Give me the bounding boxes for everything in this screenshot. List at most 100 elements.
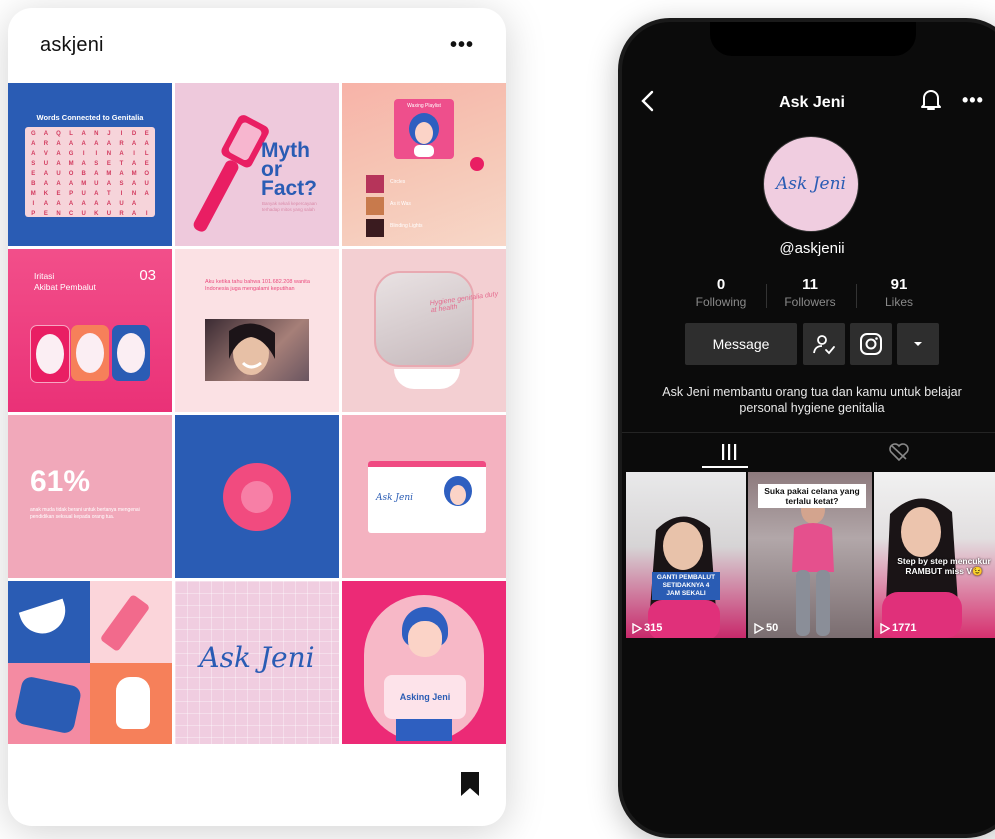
avatar[interactable]: Ask Jeni — [763, 136, 859, 232]
post-tile-wordsearch[interactable]: Words Connected to Genitalia GAQLANJIDEA… — [8, 83, 172, 246]
wordsearch-letter: K — [94, 211, 99, 217]
wordsearch-letter: U — [81, 191, 86, 197]
wordsearch-letter: E — [56, 191, 61, 197]
post-tile-statistic[interactable]: 61% anak muda tidak berani untuk bertany… — [8, 415, 172, 578]
post-tile-myth-or-fact[interactable]: Myth or Fact? Banyak sekali kepercayaan te… — [175, 83, 339, 246]
instagram-username[interactable]: askjeni — [40, 34, 104, 57]
wordsearch-letter: A — [56, 141, 61, 147]
wordsearch-letter: Q — [56, 131, 61, 137]
playlist-title: Waxing Playlist — [407, 103, 441, 109]
girl-illustration-icon — [409, 113, 439, 157]
stat-label: Followers — [784, 295, 836, 309]
wordsearch-letter: A — [68, 201, 74, 207]
video-view-count: 315 — [632, 622, 662, 634]
instagram-link-button[interactable] — [850, 323, 892, 365]
video-thumbnail[interactable]: Step by step mencukur RAMBUT miss V😉 177… — [874, 472, 995, 638]
stat-label: Likes — [884, 295, 913, 309]
more-horizontal-icon[interactable]: ••• — [962, 90, 984, 111]
wordsearch-letter: U — [94, 181, 99, 187]
post-tile-collage[interactable] — [8, 581, 172, 744]
wordsearch-letter: A — [56, 201, 61, 207]
play-outline-icon — [880, 622, 890, 634]
post-tile-iritasi[interactable]: Iritasi Akibat Pembalut 03 — [8, 249, 172, 412]
card-illustration — [112, 325, 150, 381]
wordsearch-letter: A — [106, 201, 112, 207]
liked-videos-tab-icon[interactable] — [888, 442, 910, 462]
stat-followers[interactable]: 11 Followers — [765, 276, 855, 309]
wordsearch-letter: B — [81, 171, 86, 177]
wordsearch-letter: U — [119, 201, 124, 207]
wordsearch-letter: L — [69, 131, 73, 137]
wordsearch-letter: J — [107, 131, 111, 137]
wordsearch-letter: A — [131, 161, 137, 167]
wordsearch-letter: A — [131, 211, 137, 217]
wordsearch-letter: A — [131, 141, 137, 147]
wordsearch-letter: E — [43, 211, 48, 217]
post-tile-bathroom[interactable]: Hygiene genitalia duty at health — [342, 249, 506, 412]
playlist-track: Circles — [366, 175, 476, 193]
playlist-track: As it Was — [366, 197, 476, 215]
wordsearch-letter: P — [31, 211, 36, 217]
video-thumbnail[interactable]: GANTI PEMBALUT SETIDAKNYA 4 JAM SEKALI 3… — [626, 472, 746, 638]
wordsearch-letter: A — [43, 131, 49, 137]
asking-jeni-sign: Asking Jeni — [384, 675, 466, 719]
wordsearch-letter: L — [144, 151, 149, 157]
statistic-text: anak muda tidak berani untuk bertanya me… — [30, 507, 140, 520]
dropdown-button[interactable] — [897, 323, 939, 365]
tiktok-profile-phone: Ask Jeni ••• Ask Jeni @askjenii 0 Follow… — [618, 18, 995, 838]
post-tile-ring[interactable] — [175, 415, 339, 578]
wordsearch-letter: I — [120, 131, 123, 137]
video-thumbnail[interactable]: Suka pakai celana yang terlalu ketat? 50 — [748, 472, 872, 638]
bell-icon[interactable] — [920, 88, 942, 112]
wordsearch-letter: C — [68, 211, 74, 217]
wordsearch-letter: E — [31, 171, 36, 177]
bookmark-icon[interactable] — [460, 772, 480, 796]
wordsearch-letter: I — [145, 211, 148, 217]
instagram-profile-phone: askjeni ••• Words Connected to Genitalia… — [8, 8, 506, 826]
wordsearch-letter: M — [106, 171, 112, 177]
wordsearch-letter: G — [30, 131, 36, 137]
message-button[interactable]: Message — [685, 323, 797, 365]
wordsearch-letter: P — [69, 191, 74, 197]
iritasi-number: 03 — [139, 267, 156, 284]
myth-title: Myth or Fact? — [261, 139, 318, 200]
wordsearch-letter: R — [119, 211, 124, 217]
wordsearch-letter: B — [31, 181, 36, 187]
post-tile-fact-photo[interactable]: Aku ketika tahu bahwa 101.682.208 wanita… — [175, 249, 339, 412]
wordsearch-letter: O — [68, 171, 74, 177]
post-tile-logo[interactable]: Ask Jeni — [175, 581, 339, 744]
videos-grid-tab-icon[interactable] — [714, 442, 744, 462]
more-horizontal-icon[interactable]: ••• — [450, 34, 474, 57]
user-check-icon — [813, 335, 835, 355]
stat-likes[interactable]: 91 Likes — [854, 276, 944, 309]
play-icon[interactable] — [470, 157, 484, 171]
wordsearch-letter: V — [43, 151, 48, 157]
stat-label: Following — [695, 295, 747, 309]
wordsearch-letter: G — [68, 151, 74, 157]
profile-handle: @askjenii — [779, 240, 845, 257]
track-label: Blinding Lights — [390, 223, 423, 229]
wordsearch-letter: A — [131, 181, 137, 187]
stat-following[interactable]: 0 Following — [676, 276, 766, 309]
playlist-track: Blinding Lights — [366, 219, 476, 237]
wordsearch-letter: A — [43, 181, 49, 187]
phone-notch — [710, 22, 916, 56]
wordsearch-letter: A — [106, 181, 112, 187]
wordsearch-letter: A — [119, 151, 124, 157]
wordsearch-letter: I — [133, 151, 135, 157]
wordsearch-letter: A — [81, 141, 86, 147]
post-tile-playlist[interactable]: Waxing Playlist Circles As it Was Blindi… — [342, 83, 506, 246]
wordsearch-letter: I — [120, 191, 123, 197]
wordsearch-letter: I — [95, 151, 98, 157]
post-tile-asking-jeni[interactable]: Asking Jeni — [342, 581, 506, 744]
iritasi-title: Iritasi Akibat Pembalut — [34, 271, 96, 292]
avatar-logo: Ask Jeni — [776, 174, 846, 194]
wordsearch-letter: A — [68, 141, 74, 147]
post-tile-website[interactable]: Ask Jeni — [342, 415, 506, 578]
sink — [394, 369, 460, 389]
wordsearch-letter: A — [131, 201, 137, 207]
razor-icon — [193, 115, 269, 232]
wordsearch-letter: A — [43, 201, 49, 207]
wordsearch-letter: A — [81, 161, 86, 167]
follow-user-button[interactable] — [803, 323, 845, 365]
